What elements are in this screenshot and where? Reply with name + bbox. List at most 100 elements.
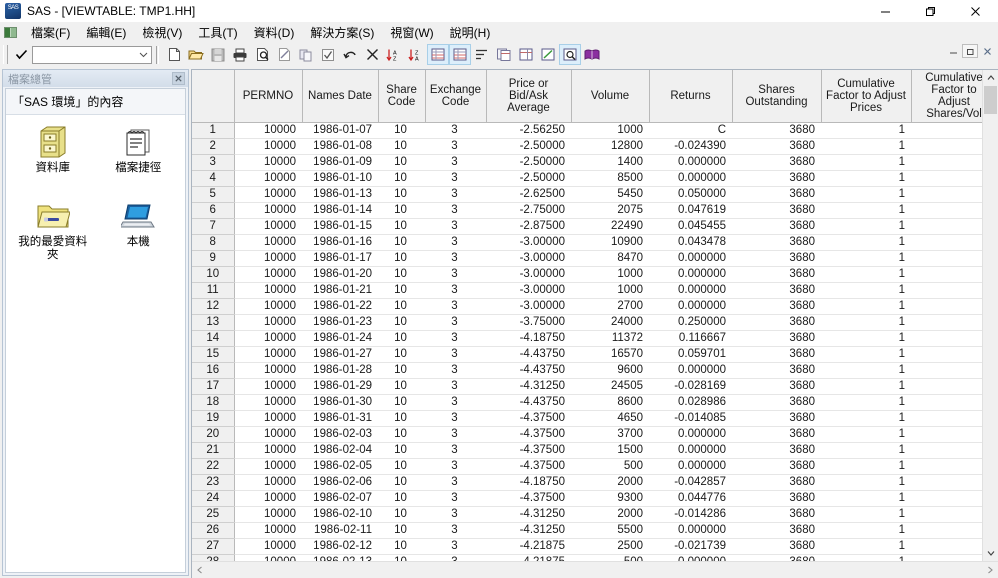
table-cell[interactable]: -2.50000 [486,170,571,187]
table-row[interactable]: 6 10000 1986-01-14 10 3 -2.75000 2075 0.047619 3… [192,202,982,219]
table-cell[interactable]: 10000 [234,218,302,235]
row-number-cell[interactable]: 17 [192,378,235,395]
table-cell[interactable]: 10000 [234,330,302,347]
table-cell[interactable]: 1986-01-08 [302,138,378,155]
table-cell[interactable]: 1 [911,298,982,315]
table-cell[interactable]: 1986-01-10 [302,170,378,187]
menu-window[interactable]: 視窗(W) [382,22,441,43]
table-row[interactable]: 5 10000 1986-01-13 10 3 -2.62500 5450 0.050000 3… [192,186,982,203]
table-cell[interactable]: 1986-02-11 [302,522,378,539]
table-cell[interactable]: 1986-02-10 [302,506,378,523]
table-cell[interactable]: 10 [378,266,425,283]
table-cell[interactable]: 1 [911,522,982,539]
table-cell[interactable]: 10 [378,506,425,523]
table-cell[interactable]: 5450 [571,186,649,203]
table-cell[interactable]: 3680 [732,202,821,219]
table-cell[interactable]: 1 [821,314,911,331]
table-cell[interactable]: 1986-01-31 [302,410,378,427]
table-cell[interactable]: 1986-01-20 [302,266,378,283]
table-cell[interactable]: 1 [911,314,982,331]
table-cell[interactable]: -2.62500 [486,186,571,203]
sort-ascending-icon[interactable]: A Z [383,44,405,65]
table-cell[interactable]: 1986-02-12 [302,538,378,555]
table-cell[interactable]: -4.37500 [486,442,571,459]
table-cell[interactable]: 10 [378,298,425,315]
table-cell[interactable]: 10 [378,250,425,267]
table-cell[interactable]: 1986-01-28 [302,362,378,379]
table-cell[interactable]: 10000 [234,394,302,411]
table-cell[interactable]: 10 [378,490,425,507]
table-cell[interactable]: 1986-02-07 [302,490,378,507]
table-cell[interactable]: 1 [821,442,911,459]
table-cell[interactable]: 10000 [234,474,302,491]
table-cell[interactable]: 10000 [234,538,302,555]
table-cell[interactable]: 10 [378,538,425,555]
table-cell[interactable]: 0.250000 [649,314,732,331]
table-cell[interactable]: 10000 [234,202,302,219]
row-number-cell[interactable]: 23 [192,474,235,491]
table-cell[interactable]: 3680 [732,186,821,203]
column-attributes-icon[interactable] [471,44,493,65]
table-row[interactable]: 16 10000 1986-01-28 10 3 -4.43750 9600 0.000000… [192,362,982,379]
table-cell[interactable]: 10 [378,362,425,379]
vertical-scroll-thumb[interactable] [984,86,997,114]
table-cell[interactable]: 10000 [234,138,302,155]
table-cell[interactable]: 1 [821,202,911,219]
table-cell[interactable]: 10 [378,522,425,539]
table-cell[interactable]: 0.000000 [649,250,732,267]
table-cell[interactable]: 3680 [732,474,821,491]
table-cell[interactable]: 1 [911,202,982,219]
table-cell[interactable]: 4650 [571,410,649,427]
col-volume[interactable]: Volume [571,70,650,123]
row-number-cell[interactable]: 11 [192,282,235,299]
menu-solutions[interactable]: 解決方案(S) [302,22,382,43]
table-cell[interactable]: 1 [911,266,982,283]
table-cell[interactable]: 10000 [234,458,302,475]
table-cell[interactable]: 1 [821,378,911,395]
table-cell[interactable]: 1500 [571,442,649,459]
table-cell[interactable]: -4.18750 [486,330,571,347]
table-cell[interactable]: 1986-01-14 [302,202,378,219]
print-preview-icon[interactable] [251,44,273,65]
row-number-cell[interactable]: 8 [192,234,235,251]
table-cell[interactable]: 0.000000 [649,522,732,539]
table-cell[interactable]: -4.43750 [486,394,571,411]
table-cell[interactable]: 3 [425,314,486,331]
table-cell[interactable]: 10 [378,170,425,187]
delete-icon[interactable] [361,44,383,65]
open-folder-icon[interactable] [185,44,207,65]
table-cell[interactable]: 3 [425,394,486,411]
table-cell[interactable]: 3680 [732,234,821,251]
table-cell[interactable]: 1 [911,410,982,427]
table-cell[interactable]: 10000 [234,170,302,187]
row-number-cell[interactable]: 18 [192,394,235,411]
table-cell[interactable]: 10000 [234,362,302,379]
table-cell[interactable]: 3 [425,506,486,523]
table-cell[interactable]: 0.000000 [649,442,732,459]
table-cell[interactable]: 1 [911,538,982,555]
where-filter-icon[interactable] [559,44,581,65]
table-cell[interactable]: 3680 [732,250,821,267]
table-cell[interactable]: 1986-02-04 [302,442,378,459]
minimize-button[interactable] [863,0,908,22]
table-cell[interactable]: 0.116667 [649,330,732,347]
table-cell[interactable]: -4.43750 [486,346,571,363]
table-cell[interactable]: 3 [425,410,486,427]
table-cell[interactable]: 10000 [234,346,302,363]
table-cell[interactable]: 10000 [234,410,302,427]
table-cell[interactable]: 3 [425,346,486,363]
table-cell[interactable]: 2000 [571,474,649,491]
table-cell[interactable]: 1 [911,490,982,507]
chevron-down-icon[interactable] [137,47,149,63]
edit-mode-icon[interactable] [537,44,559,65]
table-cell[interactable]: 1 [821,234,911,251]
row-number-cell[interactable]: 5 [192,186,235,203]
table-row[interactable]: 19 10000 1986-01-31 10 3 -4.37500 4650 -0.01408… [192,410,982,427]
table-cell[interactable]: -4.43750 [486,362,571,379]
vertical-scrollbar[interactable] [982,70,998,561]
table-cell[interactable]: 1 [821,330,911,347]
row-number-cell[interactable]: 12 [192,298,235,315]
explorer-close-button[interactable] [172,72,185,85]
table-cell[interactable]: -2.56250 [486,122,571,139]
table-cell[interactable]: 1 [911,426,982,443]
